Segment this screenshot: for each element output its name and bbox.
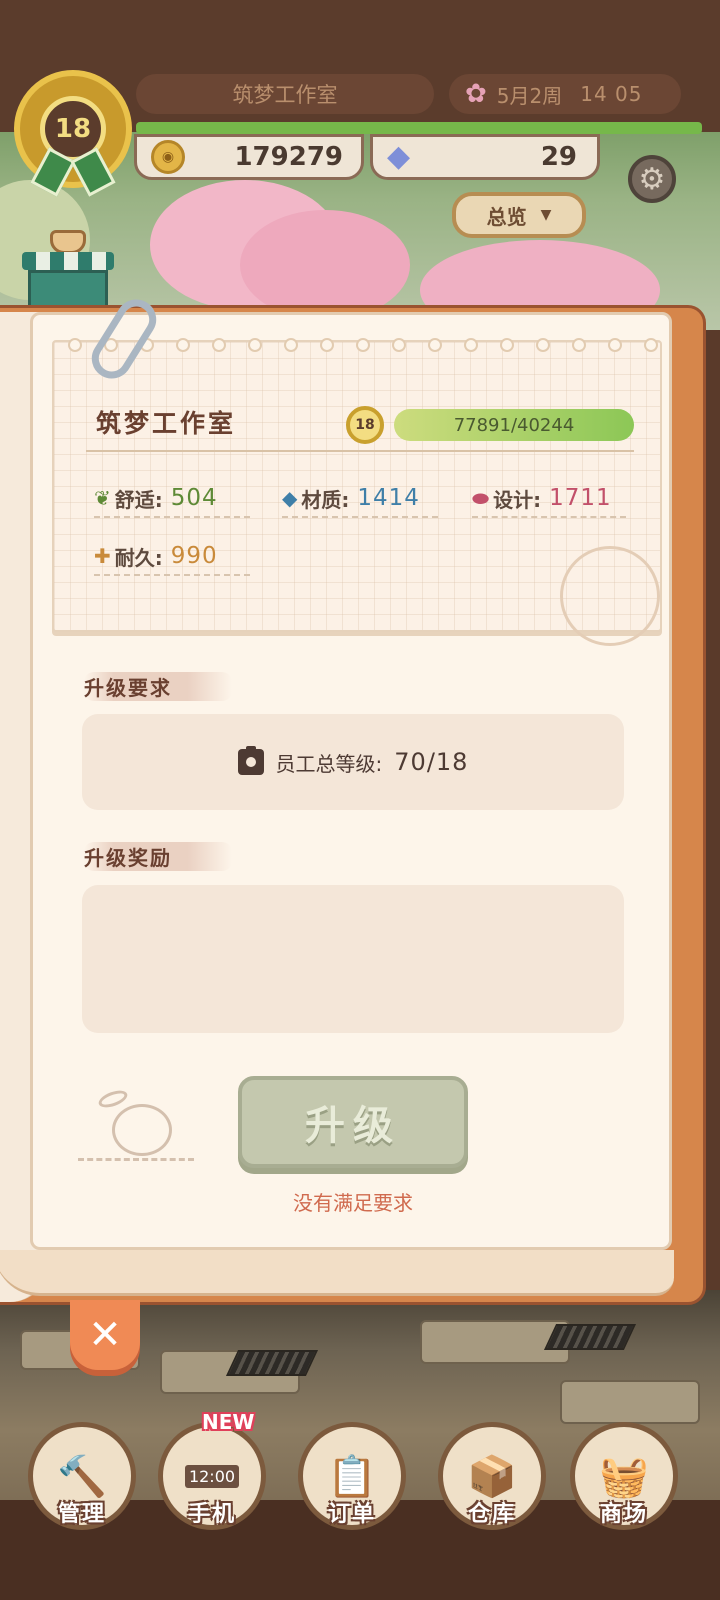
requirement-label: 员工总等级: bbox=[275, 751, 383, 776]
nav-manage-label: 管理 bbox=[57, 1502, 106, 1527]
leaf-icon: ❦ bbox=[94, 486, 111, 510]
time-label: 14 05 bbox=[580, 82, 643, 106]
studio-level-badge: 18 bbox=[346, 406, 384, 444]
new-badge: NEW bbox=[202, 1410, 255, 1434]
nav-phone[interactable]: 12:00 NEW 手机 bbox=[156, 1410, 268, 1552]
upgrade-button[interactable]: 升级 bbox=[238, 1076, 468, 1168]
title-divider bbox=[86, 450, 634, 452]
overview-label: 总览 bbox=[486, 204, 527, 229]
nav-warehouse[interactable]: 📦 仓库 bbox=[436, 1422, 548, 1552]
nav-manage[interactable]: 🔨 管理 bbox=[26, 1422, 138, 1552]
stat-material-value: 1414 bbox=[357, 485, 420, 511]
settings-button[interactable]: ⚙ bbox=[628, 155, 676, 203]
requirement-title: 升级要求 bbox=[84, 672, 232, 701]
nav-orders[interactable]: 📋 订单 bbox=[296, 1422, 408, 1552]
page-curl bbox=[0, 1250, 674, 1296]
nav-orders-label: 订单 bbox=[327, 1502, 376, 1527]
bottom-nav: 🔨 管理 12:00 NEW 手机 📋 订单 📦 仓库 🧺 商场 bbox=[0, 1400, 720, 1600]
eraser-icon: ⬬ bbox=[472, 486, 490, 510]
shop-body bbox=[28, 270, 108, 308]
requirement-value: 70/18 bbox=[394, 748, 469, 776]
xp-text: 77891/40244 bbox=[453, 414, 575, 436]
stat-comfort-label: 舒适: bbox=[114, 487, 163, 512]
diamond-icon: ◆ bbox=[282, 486, 298, 510]
date-time-display: ✿ 5月2周 14 05 bbox=[449, 74, 681, 114]
stat-comfort-value: 504 bbox=[170, 485, 218, 511]
gem-value: 29 bbox=[540, 142, 577, 172]
coffee-cup-icon bbox=[50, 230, 86, 254]
coin-counter[interactable]: ◉ 179279 bbox=[134, 134, 364, 180]
close-icon: ✕ bbox=[88, 1312, 122, 1358]
stat-comfort: ❦ 舒适: 504 bbox=[94, 482, 250, 518]
stat-material: ◆ 材质: 1414 bbox=[282, 482, 438, 518]
cafe-shop-icon[interactable] bbox=[22, 230, 114, 308]
stat-material-label: 材质: bbox=[301, 487, 350, 512]
stat-durability-value: 990 bbox=[170, 543, 218, 569]
player-level-badge[interactable]: 18 bbox=[14, 70, 132, 197]
nav-mall-label: 商场 bbox=[599, 1502, 648, 1527]
header-progress-bar bbox=[136, 122, 702, 134]
overview-dropdown[interactable]: 总览 ▼ bbox=[452, 192, 586, 238]
requirement-unmet-text: 没有满足要求 bbox=[293, 1191, 413, 1215]
reward-title: 升级奖励 bbox=[84, 842, 232, 871]
nav-warehouse-label: 仓库 bbox=[467, 1502, 516, 1527]
stat-design-label: 设计: bbox=[493, 487, 542, 512]
studio-name-label: 筑梦工作室 bbox=[136, 74, 434, 114]
diamond-icon: ◆ bbox=[387, 139, 411, 174]
studio-stamp-icon bbox=[560, 546, 660, 646]
coin-value: 179279 bbox=[234, 142, 343, 172]
nav-mall[interactable]: 🧺 商场 bbox=[568, 1422, 680, 1552]
xp-progress-bar: 77891/40244 bbox=[394, 409, 634, 441]
bunny-doodle-icon bbox=[78, 1087, 194, 1168]
gem-counter[interactable]: ◆ 29 bbox=[370, 134, 600, 180]
nav-phone-label: 手机 bbox=[187, 1502, 236, 1527]
stat-durability-label: 耐久: bbox=[114, 545, 163, 570]
staff-badge-icon bbox=[237, 746, 264, 775]
gear-icon: ⚙ bbox=[638, 161, 666, 197]
sakura-icon: ✿ bbox=[465, 79, 487, 109]
shop-awning bbox=[22, 252, 114, 270]
phone-clock: 12:00 bbox=[184, 1464, 240, 1488]
coin-icon: ◉ bbox=[151, 140, 185, 174]
date-label: 5月2周 bbox=[496, 83, 563, 108]
stat-design: ⬬ 设计: 1711 bbox=[472, 482, 626, 518]
chevron-down-icon: ▼ bbox=[540, 207, 552, 223]
bandage-icon: ✚ bbox=[94, 544, 111, 568]
reward-box bbox=[82, 885, 624, 1033]
close-button[interactable]: ✕ bbox=[70, 1300, 140, 1370]
stat-design-value: 1711 bbox=[549, 485, 612, 511]
stat-durability: ✚ 耐久: 990 bbox=[94, 540, 250, 576]
notebook-holes bbox=[68, 338, 658, 358]
requirement-box: 员工总等级: 70/18 bbox=[82, 714, 624, 810]
panel-title: 筑梦工作室 bbox=[96, 409, 237, 438]
